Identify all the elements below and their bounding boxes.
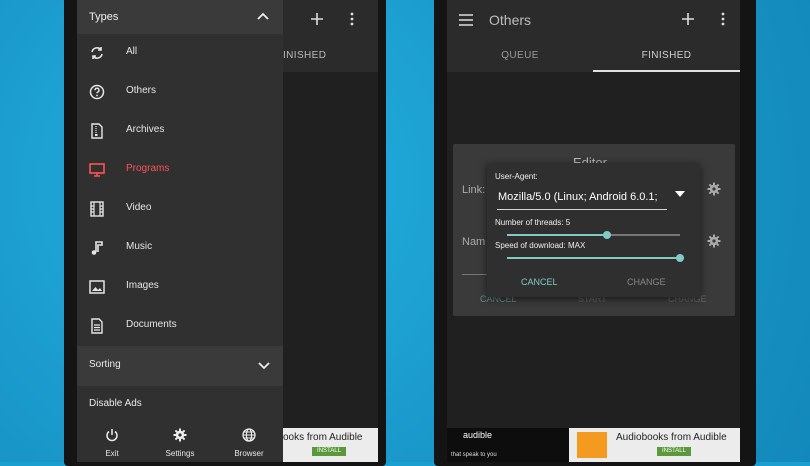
music-note-icon — [89, 240, 105, 256]
exit-button[interactable]: Exit — [78, 425, 146, 462]
drawer-item-images[interactable]: Images — [77, 268, 283, 307]
help-circle-icon — [89, 84, 105, 100]
user-agent-dialog: User-Agent: Mozilla/5.0 (Linux; Android … — [487, 163, 700, 297]
drawer-item-label: All — [126, 46, 138, 57]
drawer-item-others[interactable]: Others — [77, 73, 283, 112]
film-icon — [89, 201, 105, 217]
drawer-item-label: Archives — [126, 124, 165, 135]
disable-ads-label: Disable Ads — [89, 398, 142, 409]
more-vert-icon[interactable] — [350, 12, 354, 26]
user-agent-value: Mozilla/5.0 (Linux; Android 6.0.1; — [498, 191, 658, 203]
cancel-button[interactable]: CANCEL — [521, 277, 558, 287]
globe-icon — [242, 428, 256, 442]
document-icon — [89, 318, 105, 334]
speed-slider[interactable] — [507, 253, 684, 263]
monitor-icon — [89, 162, 105, 178]
more-vert-icon[interactable] — [721, 12, 725, 26]
drawer-item-video[interactable]: Video — [77, 190, 283, 229]
drawer-item-label: Images — [126, 280, 159, 291]
add-icon[interactable] — [310, 12, 324, 26]
threads-label: Number of threads: 5 — [495, 218, 571, 227]
ad-text: ooks from Audible — [283, 432, 363, 443]
sorting-label: Sorting — [89, 359, 121, 370]
browser-label: Browser — [234, 449, 264, 458]
install-button[interactable]: INSTALL — [657, 447, 691, 456]
name-label: Nam — [462, 236, 486, 248]
chevron-up-icon[interactable] — [257, 12, 269, 20]
navigation-drawer: Types All Others Archives Programs Video… — [77, 0, 283, 462]
drawer-sorting-row[interactable]: Sorting — [77, 346, 283, 386]
chevron-down-icon[interactable] — [258, 362, 270, 370]
right-app-bar: Others — [447, 0, 740, 40]
ad-left-panel: audible that speak to you — [447, 428, 569, 462]
exit-label: Exit — [105, 449, 119, 458]
link-label: Link: — [462, 184, 486, 196]
speed-label: Speed of download: MAX — [495, 241, 586, 250]
archive-file-icon — [89, 123, 105, 139]
change-button[interactable]: CHANGE — [627, 277, 666, 287]
page-title: Others — [489, 12, 532, 28]
right-ad-banner[interactable]: audible that speak to you Audiobooks fro… — [447, 428, 740, 462]
drawer-item-label: Video — [126, 202, 152, 213]
browser-button[interactable]: Browser — [215, 425, 283, 462]
sync-icon — [89, 45, 105, 61]
ad-right-panel: Audiobooks from Audible INSTALL — [569, 428, 740, 462]
tab-queue[interactable]: QUEUE — [447, 40, 593, 72]
gear-icon — [173, 428, 187, 442]
tab-indicator — [593, 70, 740, 72]
user-agent-label: User-Agent: — [495, 172, 538, 181]
audible-sub: that speak to you — [451, 452, 497, 458]
drawer-disable-ads[interactable]: Disable Ads — [77, 387, 283, 421]
menu-icon[interactable] — [459, 14, 473, 26]
audible-brand: audible — [463, 430, 493, 440]
drawer-types-header[interactable]: Types — [77, 0, 283, 34]
drawer-item-music[interactable]: Music — [77, 229, 283, 268]
speed-fill — [507, 257, 680, 259]
drawer-header-label: Types — [89, 11, 119, 23]
drawer-item-label: Others — [126, 85, 157, 96]
image-icon — [89, 279, 105, 295]
power-icon — [105, 428, 119, 442]
speed-thumb[interactable] — [676, 254, 684, 262]
right-phone-screen: Others QUEUE FINISHED Editor Link: Nam C… — [447, 0, 740, 462]
settings-label: Settings — [165, 449, 195, 458]
gear-icon[interactable] — [707, 234, 721, 248]
drawer-item-archives[interactable]: Archives — [77, 112, 283, 151]
drawer-item-programs[interactable]: Programs — [77, 151, 283, 190]
right-tabs: QUEUE FINISHED — [447, 40, 740, 72]
audible-logo — [577, 432, 607, 458]
add-icon[interactable] — [681, 12, 695, 26]
threads-thumb[interactable] — [603, 231, 612, 239]
drawer-item-label: Music — [126, 241, 153, 252]
dropdown-arrow-icon[interactable] — [675, 191, 685, 197]
drawer-item-all[interactable]: All — [77, 34, 283, 73]
threads-slider[interactable] — [507, 230, 680, 240]
user-agent-select[interactable]: Mozilla/5.0 (Linux; Android 6.0.1; — [497, 187, 667, 210]
drawer-item-documents[interactable]: Documents — [77, 307, 283, 346]
drawer-item-label: Documents — [126, 319, 177, 330]
threads-fill — [507, 234, 608, 236]
drawer-item-label: Programs — [126, 163, 170, 174]
install-button[interactable]: INSTALL — [312, 447, 346, 456]
gear-icon[interactable] — [707, 182, 721, 196]
tab-finished[interactable]: INISHED — [283, 40, 326, 72]
tab-finished[interactable]: FINISHED — [593, 40, 740, 72]
ad-text: Audiobooks from Audible — [616, 432, 727, 443]
settings-button[interactable]: Settings — [146, 425, 214, 462]
